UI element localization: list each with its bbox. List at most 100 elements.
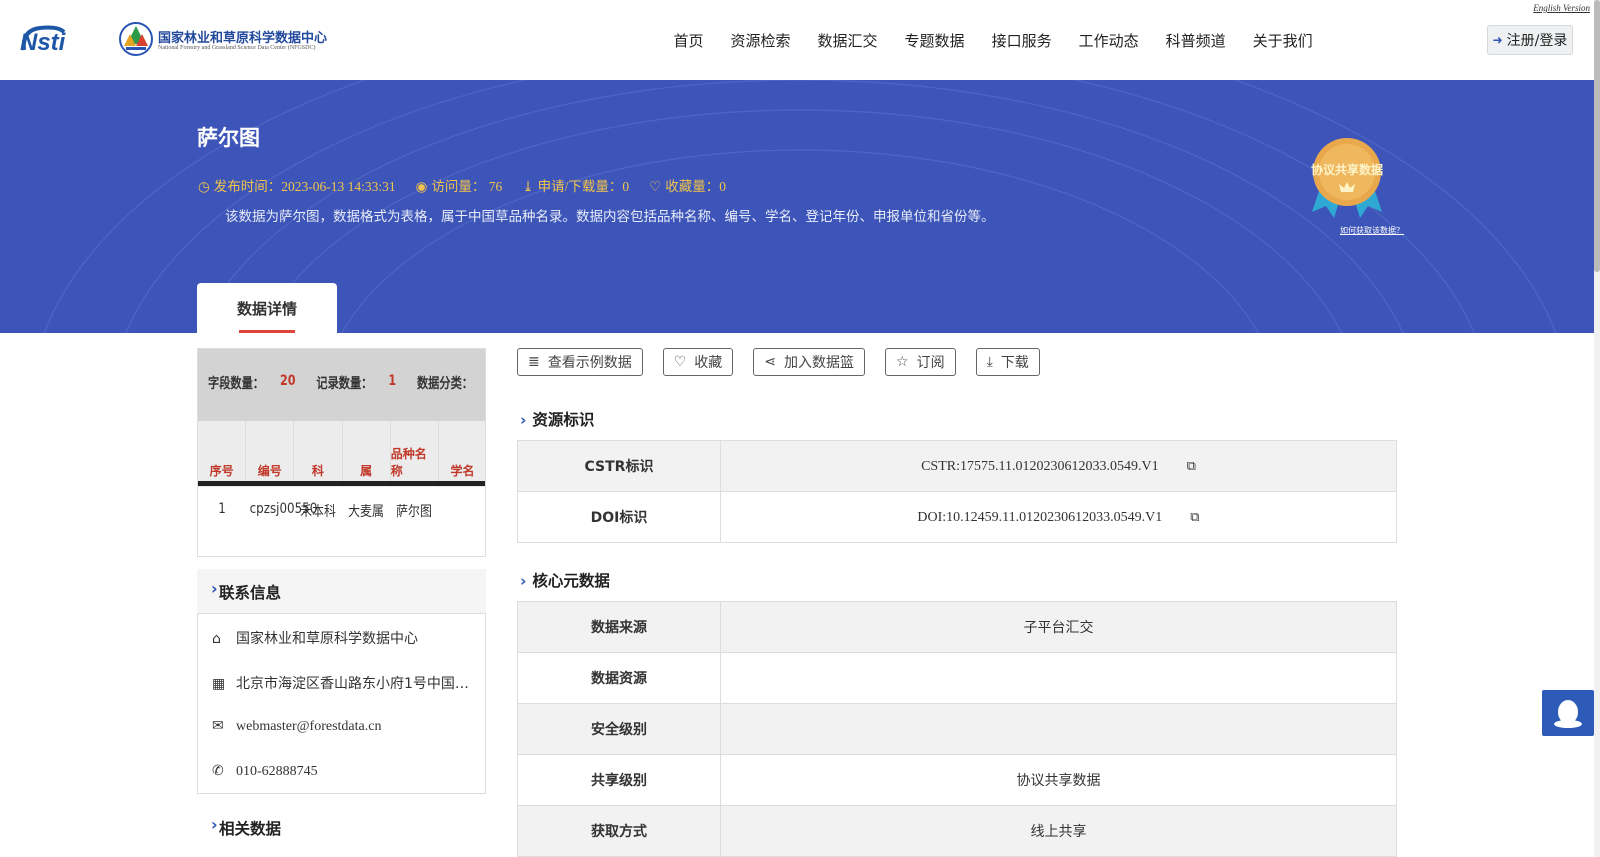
- org-name: 国家林业和草原科学数据中心: [158, 31, 328, 46]
- map-icon: ▦: [212, 676, 226, 692]
- favorite-button[interactable]: ♡ 收藏: [662, 348, 734, 376]
- nfgsdc-logo[interactable]: [118, 20, 154, 58]
- nav-home[interactable]: 首页: [660, 30, 717, 51]
- add-to-basket-button[interactable]: ⋖ 加入数据篮: [753, 348, 866, 376]
- view-sample-button[interactable]: ≣ 查看示例数据: [517, 348, 643, 376]
- copy-icon[interactable]: ⧉: [1190, 509, 1199, 525]
- identifier-section-header: › 资源标识: [520, 408, 594, 430]
- chevron-right-icon: ›: [211, 579, 218, 598]
- contact-address: ▦ 北京市海淀区香山路东小府1号中国林业科学研究院: [212, 673, 472, 693]
- table-row: 数据资源: [517, 652, 1397, 704]
- clock-icon: ◷: [198, 179, 210, 194]
- core-meta-table: 数据来源 子平台汇交 数据资源 安全级别 共享级别 协议共享数据 获取方式 线上…: [517, 601, 1397, 857]
- meta-value: [720, 703, 1397, 755]
- preview-col: 序号: [198, 421, 247, 487]
- star-icon: ☆: [896, 354, 909, 370]
- preview-col: 属: [343, 421, 391, 487]
- subscribe-label: 订阅: [916, 355, 945, 371]
- scrollbar[interactable]: [1594, 0, 1600, 857]
- preview-cell: 禾本科: [300, 504, 336, 520]
- meta-key: 获取方式: [517, 805, 721, 857]
- preview-cell: cpzsj00550: [249, 501, 318, 517]
- contact-section-header: › 联系信息: [197, 569, 486, 613]
- nav-work-news[interactable]: 工作动态: [1065, 30, 1152, 51]
- meta-value: [720, 652, 1397, 704]
- chevron-right-icon: ›: [211, 815, 218, 834]
- preview-col: 编号: [246, 421, 295, 487]
- copy-icon[interactable]: ⧉: [1187, 458, 1196, 474]
- scrollbar-thumb[interactable]: [1594, 0, 1600, 272]
- preview-summary-row: 字段数量： 20 记录数量： 1 数据分类：: [208, 373, 473, 393]
- visit-count-text: 访问量： 76: [431, 179, 503, 194]
- field-count-value: 20: [280, 373, 296, 389]
- tab-data-details[interactable]: 数据详情: [197, 283, 337, 333]
- favorite-label: 收藏: [694, 355, 723, 371]
- publish-time-text: 发布时间：2023-06-13 14:33:31: [213, 179, 396, 194]
- related-section-header: › 相关数据: [197, 805, 486, 849]
- core-meta-title: 核心元数据: [532, 572, 610, 590]
- contact-info: ⌂国家林业和草原科学数据中心 ▦北京市海淀区香山路东小府1号中国林业科学研究院 …: [197, 613, 486, 794]
- preview-col: 学名: [439, 421, 485, 487]
- qq-chat-button[interactable]: [1542, 690, 1594, 736]
- english-version-link[interactable]: English Version: [1533, 3, 1590, 13]
- core-meta-section-header: › 核心元数据: [520, 569, 610, 591]
- view-sample-label: 查看示例数据: [547, 355, 632, 371]
- main-nav: 首页 资源检索 数据汇交 专题数据 接口服务 工作动态 科普频道 关于我们: [660, 30, 1326, 51]
- favorite-count-text: 收藏量：0: [665, 179, 726, 194]
- nav-api-service[interactable]: 接口服务: [978, 30, 1065, 51]
- login-button[interactable]: ➜ 注册/登录: [1487, 25, 1573, 55]
- nav-data-submission[interactable]: 数据汇交: [804, 30, 891, 51]
- how-to-get-data-link[interactable]: 如何获取该数据？: [1340, 225, 1404, 236]
- cstr-value-cell: CSTR:17575.11.0120230612033.0549.V1 ⧉: [720, 440, 1397, 492]
- tab-active-underline: [239, 330, 295, 333]
- subscribe-button[interactable]: ☆ 订阅: [885, 348, 956, 376]
- publish-time: ◷ 发布时间：2023-06-13 14:33:31: [198, 175, 396, 195]
- nav-science-channel[interactable]: 科普频道: [1152, 30, 1239, 51]
- nav-topic-data[interactable]: 专题数据: [891, 30, 978, 51]
- identifier-table: CSTR标识 CSTR:17575.11.0120230612033.0549.…: [517, 440, 1397, 543]
- preview-data-row: 1 cpzsj00550 禾本科 大麦属 萨尔图: [198, 489, 485, 529]
- phone-icon: ✆: [212, 764, 224, 779]
- page-title: 萨尔图: [197, 126, 260, 150]
- eye-icon: ◉: [415, 179, 428, 194]
- contact-email-text: webmaster@forestdata.cn: [236, 719, 382, 734]
- contact-phone-text: 010-62888745: [236, 764, 318, 779]
- preview-cell: 萨尔图: [396, 504, 432, 520]
- preview-summary: 字段数量： 20 记录数量： 1 数据分类：: [198, 349, 485, 421]
- category-label: 数据分类：: [416, 376, 473, 392]
- table-row: CSTR标识 CSTR:17575.11.0120230612033.0549.…: [517, 440, 1397, 492]
- preview-cell: 大麦属: [348, 504, 384, 520]
- bank-icon: ⌂: [212, 631, 221, 647]
- contact-phone: ✆ 010-62888745: [212, 763, 472, 780]
- download-icon: ⤓: [522, 179, 534, 194]
- meta-key: 数据资源: [517, 652, 721, 704]
- nsti-logo[interactable]: Nsti: [18, 22, 98, 56]
- table-row: 获取方式 线上共享: [517, 805, 1397, 857]
- table-row: 共享级别 协议共享数据: [517, 754, 1397, 806]
- nav-resource-search[interactable]: 资源检索: [717, 30, 804, 51]
- preview-divider: [198, 481, 485, 486]
- org-name-en: National Forestry and Grassland Science …: [158, 45, 316, 51]
- meta-key: 安全级别: [517, 703, 721, 755]
- envelope-icon: ✉: [212, 719, 224, 734]
- top-header: Nsti 国家林业和草原科学数据中心 National Forestry and…: [0, 0, 1600, 80]
- favorite-count: ♡ 收藏量：0: [649, 175, 726, 195]
- heart-icon: ♡: [673, 354, 687, 370]
- table-row: 数据来源 子平台汇交: [517, 601, 1397, 653]
- dataset-description: 该数据为萨尔图，数据格式为表格，属于中国草品种名录。数据内容包括品种名称、编号、…: [225, 209, 995, 225]
- meta-value: 协议共享数据: [720, 754, 1397, 806]
- table-row: 安全级别: [517, 703, 1397, 755]
- data-preview-image: 字段数量： 20 记录数量： 1 数据分类： 序号 编号 科 属 品种名称 学名…: [197, 348, 486, 557]
- related-title: 相关数据: [219, 820, 282, 838]
- sign-in-icon: ➜: [1492, 33, 1503, 47]
- contact-org: ⌂ 国家林业和草原科学数据中心: [212, 628, 472, 648]
- record-count-value: 1: [388, 373, 397, 389]
- preview-col: 品种名称: [391, 421, 439, 487]
- cstr-key: CSTR标识: [517, 440, 721, 492]
- visit-count: ◉ 访问量： 76: [416, 175, 503, 195]
- download-label: 下载: [1000, 355, 1029, 371]
- nav-about-us[interactable]: 关于我们: [1239, 30, 1326, 51]
- preview-columns: 序号 编号 科 属 品种名称 学名: [198, 421, 485, 487]
- download-count-text: 申请/下载量：0: [537, 179, 630, 194]
- download-button[interactable]: ⤓ 下载: [975, 348, 1040, 376]
